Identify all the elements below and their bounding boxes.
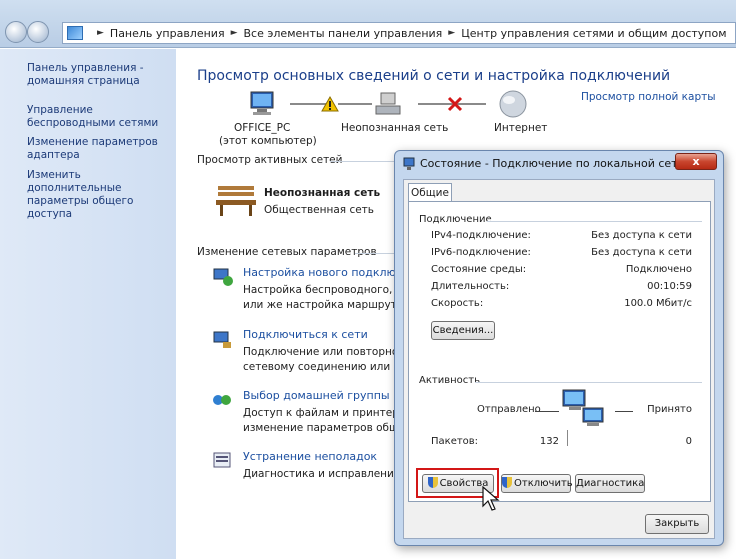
received-label: Принято <box>647 404 692 415</box>
homegroup-icon <box>213 395 231 405</box>
disconnected-x-icon <box>447 96 463 112</box>
connection-group-label: Подключение <box>419 214 492 225</box>
active-network-type[interactable]: Общественная сеть <box>264 204 374 216</box>
chevron-right-icon: ► <box>448 28 456 38</box>
bench-icon <box>216 186 256 216</box>
activity-computers-icon <box>562 389 604 426</box>
globe-icon <box>499 90 527 118</box>
explorer-toolbar: ► Панель управления ► Все элементы панел… <box>0 0 736 48</box>
shield-icon <box>502 477 512 488</box>
divider <box>487 221 702 222</box>
dash <box>535 411 559 412</box>
packets-received: 0 <box>685 436 692 447</box>
tab-general[interactable]: Общие <box>408 183 452 202</box>
computer-name: OFFICE_PC <box>234 122 291 134</box>
disable-button[interactable]: Отключить <box>501 474 573 493</box>
divider <box>475 382 702 383</box>
change-settings-heading: Изменение сетевых параметров <box>197 246 377 258</box>
sent-label: Отправлено <box>477 404 541 415</box>
divider <box>567 430 568 446</box>
ipv6-label: IPv6-подключение: <box>431 247 531 258</box>
close-icon[interactable]: x <box>675 153 717 170</box>
network-name: Неопознанная сеть <box>341 122 449 134</box>
packets-label: Пакетов: <box>431 436 479 447</box>
speed-label: Скорость: <box>431 298 484 309</box>
full-map-link[interactable]: Просмотр полной карты <box>581 91 716 103</box>
link-line <box>338 103 372 105</box>
computer-sub: (этот компьютер) <box>219 135 317 147</box>
tab-panel: Подключение IPv4-подключение: Без доступ… <box>408 201 711 502</box>
forward-button[interactable] <box>27 21 49 43</box>
task-desc: Настройка беспроводного, шир <box>243 284 419 296</box>
speed-value: 100.0 Мбит/с <box>624 298 692 309</box>
sidebar-item-home[interactable]: Панель управления - домашняя страница <box>27 62 172 88</box>
page-title: Просмотр основных сведений о сети и наст… <box>197 68 671 84</box>
status-dialog: Состояние - Подключение по локальной сет… <box>394 150 724 546</box>
dialog-body: Общие Подключение IPv4-подключение: Без … <box>403 179 715 539</box>
duration-label: Длительность: <box>431 281 510 292</box>
back-button[interactable] <box>5 21 27 43</box>
details-button[interactable]: Сведения... <box>431 321 495 340</box>
sidebar-item-wireless[interactable]: Управление беспроводными сетями <box>27 104 172 130</box>
breadcrumb-item[interactable]: Все элементы панели управления <box>244 27 443 40</box>
ipv4-value: Без доступа к сети <box>591 230 692 241</box>
control-panel-icon <box>67 26 83 40</box>
activity-group-label: Активность <box>419 375 480 386</box>
packets-sent: 132 <box>539 436 559 447</box>
active-networks-heading: Просмотр активных сетей <box>197 154 343 166</box>
chevron-right-icon: ► <box>230 28 238 38</box>
dialog-title: Состояние - Подключение по локальной сет… <box>420 157 685 170</box>
computer-icon <box>250 91 274 115</box>
close-button[interactable]: Закрыть <box>645 514 709 534</box>
mouse-cursor-icon <box>482 486 500 511</box>
network-icon <box>375 92 401 115</box>
internet-label: Интернет <box>494 122 548 134</box>
task-desc: или же настройка маршрутиза <box>243 299 416 311</box>
shield-icon <box>427 477 438 488</box>
divider <box>330 161 400 162</box>
ipv6-value: Без доступа к сети <box>591 247 692 258</box>
warning-icon <box>321 96 339 112</box>
dash <box>615 411 633 412</box>
address-bar[interactable]: ► Панель управления ► Все элементы панел… <box>62 22 736 44</box>
task-desc: Подключение или повторное п <box>243 346 415 358</box>
task-desc: изменение параметров общего <box>243 422 418 434</box>
chevron-right-icon: ► <box>97 28 104 38</box>
task-troubleshoot-link[interactable]: Устранение неполадок <box>243 450 377 463</box>
task-desc: Доступ к файлам и принтерам, <box>243 407 417 419</box>
sidebar-item-adapter[interactable]: Изменение параметров адаптера <box>27 136 172 162</box>
duration-value: 00:10:59 <box>647 281 692 292</box>
breadcrumb-item[interactable]: Центр управления сетями и общим доступом <box>461 27 726 40</box>
disable-button-label: Отключить <box>514 478 573 489</box>
connect-network-icon <box>213 331 231 348</box>
task-desc: сетевому соединению или под <box>243 361 415 373</box>
network-adapter-icon <box>403 157 415 170</box>
new-connection-icon <box>213 268 233 286</box>
media-state-value: Подключено <box>625 264 692 275</box>
breadcrumb-item[interactable]: Панель управления <box>110 27 225 40</box>
task-connect-link[interactable]: Подключиться к сети <box>243 328 368 341</box>
sidebar-item-sharing[interactable]: Изменить дополнительные параметры общего… <box>27 169 172 221</box>
troubleshoot-icon <box>213 452 231 468</box>
active-network-name: Неопознанная сеть <box>264 187 381 199</box>
diagnose-button[interactable]: Диагностика <box>575 474 645 493</box>
dialog-titlebar[interactable]: Состояние - Подключение по локальной сет… <box>395 151 723 177</box>
media-state-label: Состояние среды: <box>431 264 527 275</box>
ipv4-label: IPv4-подключение: <box>431 230 531 241</box>
